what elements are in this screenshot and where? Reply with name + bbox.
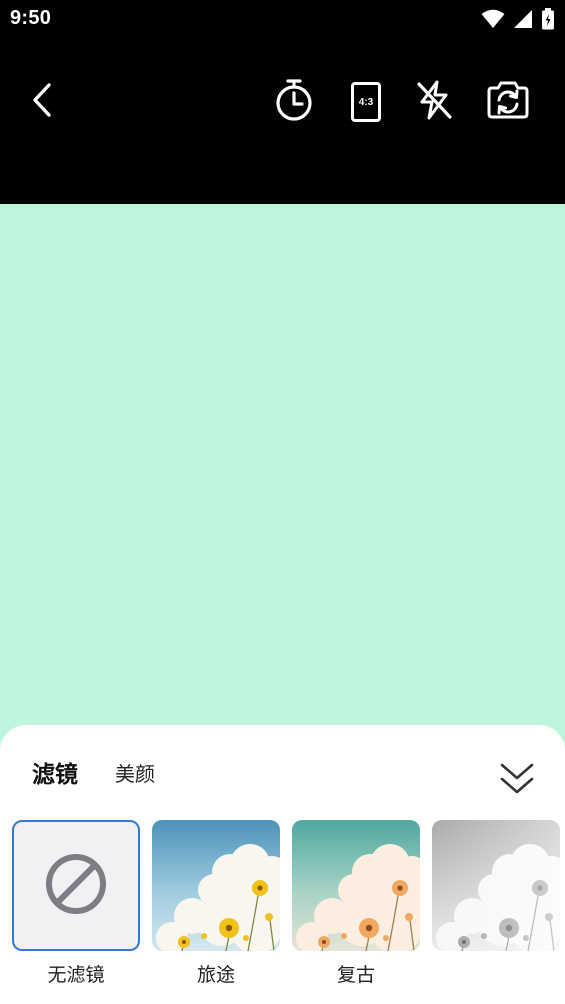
filter-thumb-none — [12, 820, 140, 951]
filter-thumb-retro — [292, 820, 420, 951]
flash-off-icon — [414, 79, 454, 125]
signal-icon — [513, 9, 533, 33]
filter-preview-image — [152, 820, 280, 951]
chevron-left-icon — [30, 83, 54, 121]
aspect-ratio-label: 4:3 — [358, 96, 374, 108]
filter-label: 无滤镜 — [47, 964, 105, 986]
timer-icon — [274, 78, 314, 126]
no-filter-icon — [44, 852, 108, 920]
filter-item-retro[interactable]: 复古 — [292, 820, 420, 995]
filter-label: 旅途 — [196, 964, 235, 986]
battery-icon — [541, 8, 555, 34]
camera-preview[interactable] — [0, 204, 565, 764]
filter-thumb-travel — [152, 820, 280, 951]
filter-preview-image — [432, 820, 560, 951]
status-icons — [481, 8, 555, 34]
switch-camera-button[interactable] — [484, 80, 532, 124]
wifi-icon — [481, 9, 505, 33]
filter-preview-image — [292, 820, 420, 951]
double-chevron-down-icon — [499, 763, 535, 801]
camera-toolbar: 4:3 — [0, 38, 565, 204]
filter-label: 复古 — [336, 964, 375, 986]
timer-button[interactable] — [272, 78, 316, 126]
flash-button[interactable] — [412, 80, 456, 124]
filter-item-mono[interactable] — [432, 820, 560, 995]
status-time: 9:50 — [10, 7, 52, 29]
back-button[interactable] — [22, 82, 62, 122]
tab-beauty[interactable]: 美颜 — [115, 758, 155, 787]
camera-switch-icon — [485, 80, 531, 124]
aspect-ratio-button[interactable]: 4:3 — [348, 80, 384, 124]
status-bar: 9:50 — [0, 0, 565, 38]
collapse-panel-button[interactable] — [499, 761, 535, 797]
filter-panel: 滤镜 美颜 无滤镜 旅途 复古 — [0, 725, 565, 1004]
tab-filter[interactable]: 滤镜 — [32, 755, 78, 789]
filter-item-none[interactable]: 无滤镜 — [12, 820, 140, 995]
filter-thumb-mono — [432, 820, 560, 951]
filter-item-travel[interactable]: 旅途 — [152, 820, 280, 995]
filter-list: 无滤镜 旅途 复古 — [12, 820, 565, 995]
